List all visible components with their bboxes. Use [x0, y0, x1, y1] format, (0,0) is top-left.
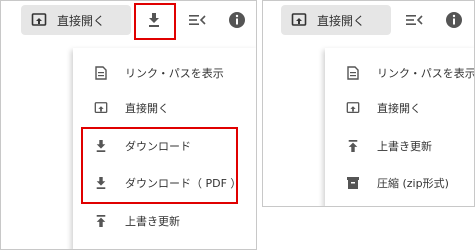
- collapse-list-icon: [188, 13, 206, 27]
- highlight-download-items: [81, 127, 238, 204]
- menu-item-label: 上書き更新: [377, 140, 432, 153]
- open-in-icon: [93, 100, 109, 116]
- open-direct-button[interactable]: 直接開く: [281, 5, 391, 35]
- info-icon: [445, 11, 463, 29]
- left-panel: 直接開く リンク・パスを表示 直接開く ダウンロード ダウンロード（ PDF ）…: [0, 0, 257, 250]
- archive-icon: [345, 175, 361, 191]
- upload-icon: [345, 138, 361, 154]
- info-button[interactable]: [224, 7, 250, 33]
- menu-item-overwrite-update[interactable]: 上書き更新: [325, 128, 474, 164]
- collapse-list-icon: [405, 13, 423, 27]
- right-toolbar: 直接開く: [263, 1, 474, 41]
- open-direct-label: 直接開く: [317, 13, 366, 28]
- left-toolbar: 直接開く: [1, 1, 256, 41]
- menu-item-label: 上書き更新: [125, 215, 180, 228]
- highlight-download-button: [134, 3, 176, 40]
- collapse-list-button[interactable]: [184, 7, 210, 33]
- document-icon: [345, 65, 361, 81]
- info-button[interactable]: [441, 7, 467, 33]
- menu-item-label: 圧縮 (zip形式): [377, 177, 449, 190]
- menu-item-label: リンク・パスを表示: [125, 67, 224, 80]
- menu-item-compress-zip[interactable]: 圧縮 (zip形式): [325, 165, 474, 201]
- menu-item-label: 直接開く: [377, 102, 421, 115]
- menu-item-overwrite-update[interactable]: 上書き更新: [73, 203, 256, 239]
- open-direct-button[interactable]: 直接開く: [21, 5, 131, 35]
- info-icon: [228, 11, 246, 29]
- collapse-list-button[interactable]: [401, 7, 427, 33]
- open-in-icon: [345, 100, 361, 116]
- menu-item-open-direct[interactable]: 直接開く: [73, 90, 256, 126]
- menu-item-label: リンク・パスを表示: [377, 67, 475, 80]
- menu-item-show-link[interactable]: リンク・パスを表示: [73, 55, 256, 91]
- document-icon: [93, 65, 109, 81]
- menu-item-label: 直接開く: [125, 102, 169, 115]
- upload-icon: [93, 213, 109, 229]
- right-panel: 直接開く リンク・パスを表示 直接開く 上書き更新 圧縮 (zip形式): [262, 0, 475, 207]
- open-in-icon: [291, 12, 307, 28]
- menu-item-show-link[interactable]: リンク・パスを表示: [325, 55, 475, 91]
- open-direct-label: 直接開く: [57, 13, 106, 28]
- menu-item-open-direct[interactable]: 直接開く: [325, 90, 474, 126]
- open-in-icon: [31, 12, 47, 28]
- right-context-menu: リンク・パスを表示 直接開く 上書き更新 圧縮 (zip形式): [325, 48, 475, 206]
